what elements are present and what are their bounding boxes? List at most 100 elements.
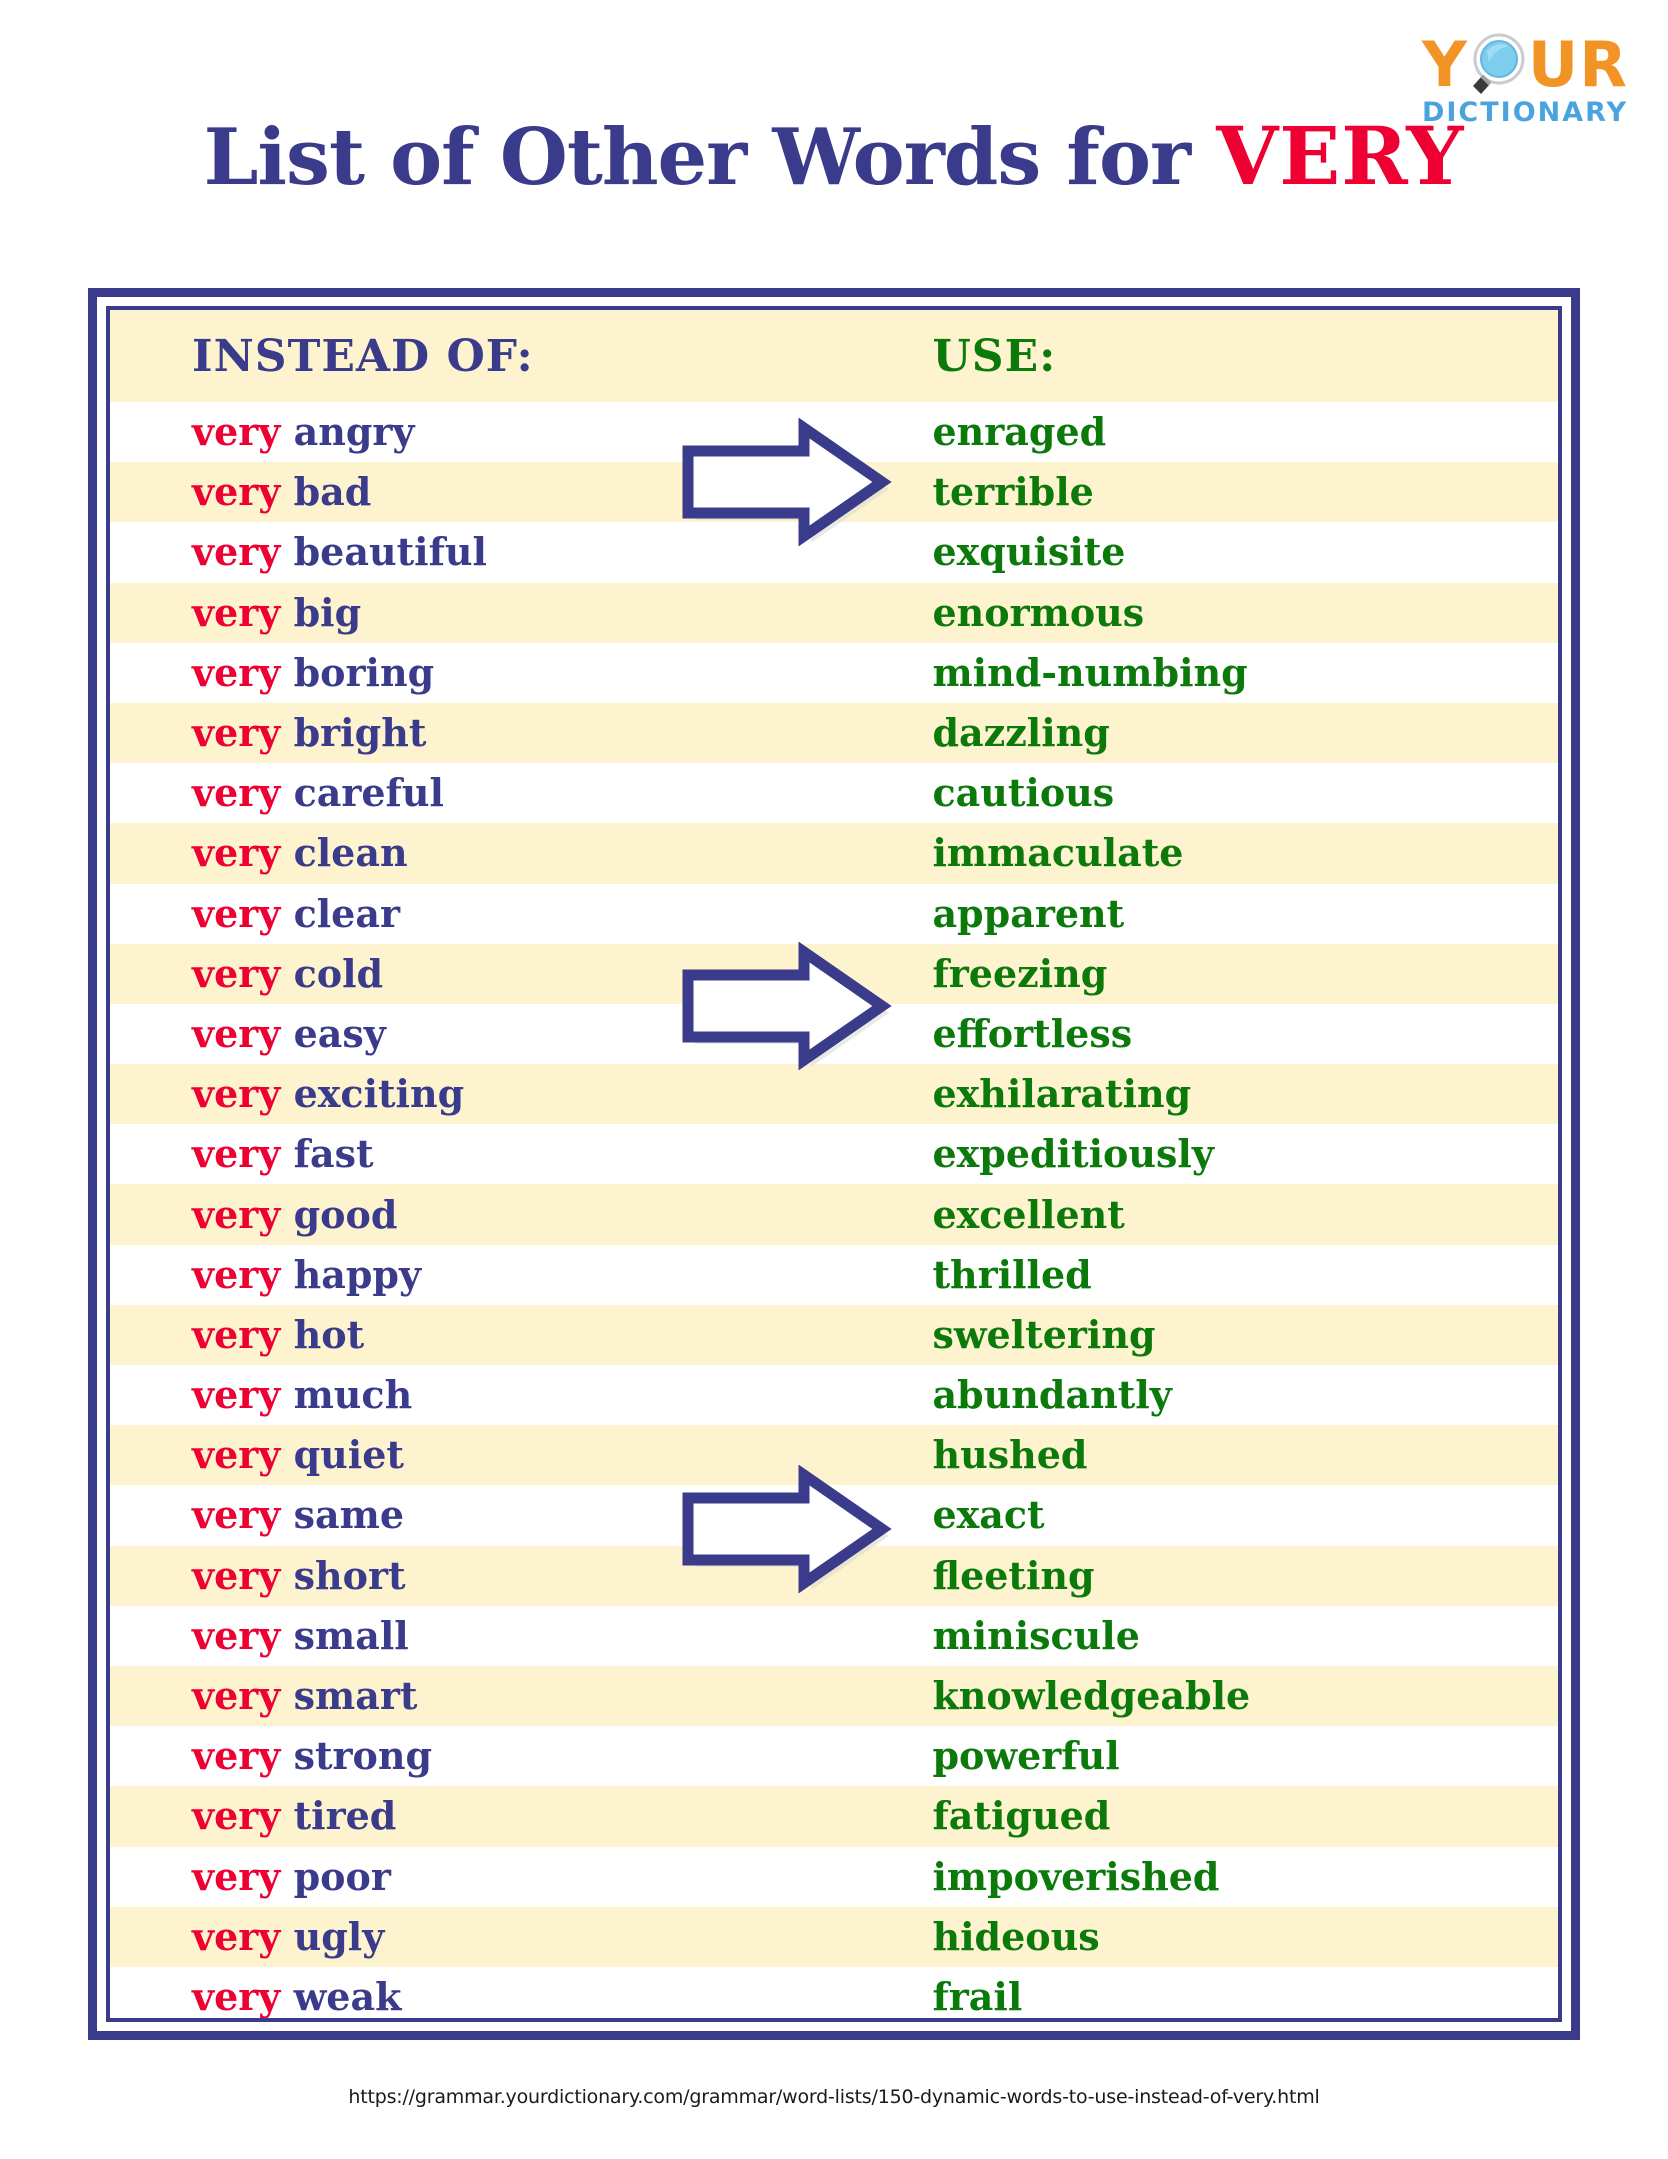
word-adjective: angry [293, 409, 415, 455]
cell-instead-of: very quiet [110, 1425, 878, 1486]
table-row: very short fleeting [110, 1545, 1558, 1606]
word-very: very [192, 830, 281, 876]
page-title-accent: VERY [1216, 109, 1465, 203]
cell-use: fatigued [877, 1786, 1558, 1847]
word-very: very [192, 890, 281, 936]
word-very: very [192, 1010, 281, 1056]
cell-use: cautious [932, 770, 1115, 816]
word-adjective: beautiful [293, 529, 487, 575]
word-adjective: fast [293, 1131, 374, 1177]
cell-instead-of: very easy [110, 1004, 877, 1064]
word-adjective: cold [293, 950, 384, 996]
word-adjective: happy [293, 1251, 422, 1297]
table-row: very same exact [110, 1485, 1558, 1545]
table-row: very cold freezing [110, 943, 1558, 1004]
word-adjective: quiet [293, 1432, 404, 1478]
word-adjective: bright [293, 710, 427, 756]
word-adjective: small [293, 1612, 409, 1658]
table-row: very careful cautious [110, 763, 1558, 823]
cell-instead-of: very same [110, 1485, 877, 1545]
cell-instead-of: very happy [110, 1245, 877, 1305]
cell-use: dazzling [877, 702, 1558, 764]
cell-use: hushed [877, 1425, 1558, 1486]
source-url: https://grammar.yourdictionary.com/gramm… [348, 2086, 1320, 2108]
word-adjective: much [293, 1372, 413, 1418]
logo-wordmark-post: UR [1527, 28, 1628, 101]
word-very: very [192, 1131, 281, 1177]
word-adjective: exciting [293, 1071, 465, 1117]
table-row: very easy effortless [110, 1004, 1558, 1064]
cell-use: fleeting [877, 1545, 1558, 1606]
cell-use: mind-numbing [932, 649, 1248, 695]
cell-instead-of: very careful [110, 763, 877, 823]
cell-instead-of: very cold [110, 943, 878, 1004]
table-row: very poor impoverished [110, 1847, 1558, 1907]
cell-instead-of: very fast [110, 1124, 877, 1184]
table-row: very good excellent [110, 1184, 1558, 1245]
word-very: very [192, 770, 281, 816]
word-adjective: ugly [293, 1913, 385, 1959]
table-row: very clean immaculate [110, 823, 1558, 884]
cell-instead-of: very bright [110, 702, 878, 764]
cell-instead-of: very big [110, 582, 878, 643]
cell-instead-of: very ugly [110, 1906, 878, 1967]
cell-instead-of: very weak [110, 1967, 877, 2019]
cell-use: effortless [932, 1010, 1133, 1056]
page-title-main: List of Other Words for [203, 112, 1217, 203]
word-very: very [192, 1673, 281, 1719]
cell-instead-of: very poor [110, 1847, 877, 1907]
cell-instead-of: very strong [110, 1726, 877, 1786]
table-row: very small miniscule [110, 1606, 1558, 1666]
cell-use: hideous [877, 1906, 1558, 1967]
word-very: very [192, 649, 281, 695]
table-row: very bad terrible [110, 462, 1558, 523]
cell-instead-of: very boring [110, 643, 877, 703]
table-row: very exciting exhilarating [110, 1064, 1558, 1125]
word-adjective: weak [293, 1973, 402, 2019]
cell-instead-of: very angry [110, 402, 877, 462]
cell-use: exhilarating [877, 1064, 1558, 1125]
cell-use: enraged [932, 409, 1107, 455]
word-very: very [192, 409, 281, 455]
word-adjective: big [293, 589, 362, 635]
column-header-instead-of: INSTEAD OF: [110, 310, 878, 402]
table-row: very strong powerful [110, 1726, 1558, 1786]
word-adjective: careful [293, 770, 444, 816]
word-very: very [192, 1492, 281, 1538]
word-adjective: same [293, 1492, 404, 1538]
word-very: very [192, 1973, 281, 2019]
cell-instead-of: very beautiful [110, 522, 877, 582]
word-adjective: tired [293, 1793, 397, 1839]
word-adjective: poor [293, 1853, 391, 1899]
cell-use: abundantly [932, 1372, 1172, 1418]
word-adjective: boring [293, 649, 435, 695]
word-very: very [192, 1191, 281, 1237]
word-adjective: smart [293, 1673, 418, 1719]
cell-instead-of: very tired [110, 1786, 878, 1847]
word-very: very [192, 469, 281, 515]
table-header-row: INSTEAD OF: USE: [110, 310, 1558, 402]
cell-instead-of: very small [110, 1606, 877, 1666]
word-substitution-table: INSTEAD OF: USE: very angry enraged very b… [110, 310, 1558, 2019]
table-row: very clear apparent [110, 884, 1558, 944]
cell-instead-of: very bad [110, 462, 878, 523]
content-frame-outer: INSTEAD OF: USE: very angry enraged very b… [88, 288, 1580, 2040]
table-row: very quiet hushed [110, 1425, 1558, 1486]
page-title: List of Other Words for VERY [0, 108, 1668, 206]
cell-use: exquisite [932, 529, 1126, 575]
word-very: very [192, 1853, 281, 1899]
word-adjective: clean [293, 830, 408, 876]
word-very: very [192, 529, 281, 575]
word-very: very [192, 1552, 281, 1598]
cell-use: freezing [877, 943, 1558, 1004]
table-row: very fast expeditiously [110, 1124, 1558, 1184]
table-row: very much abundantly [110, 1365, 1558, 1425]
cell-use: knowledgeable [877, 1665, 1558, 1727]
cell-use: sweltering [877, 1304, 1558, 1365]
word-very: very [192, 1311, 281, 1357]
cell-instead-of: very hot [110, 1304, 878, 1365]
word-adjective: bad [293, 469, 372, 515]
cell-use: expeditiously [932, 1131, 1214, 1177]
word-adjective: clear [293, 890, 400, 936]
word-very: very [192, 1913, 281, 1959]
